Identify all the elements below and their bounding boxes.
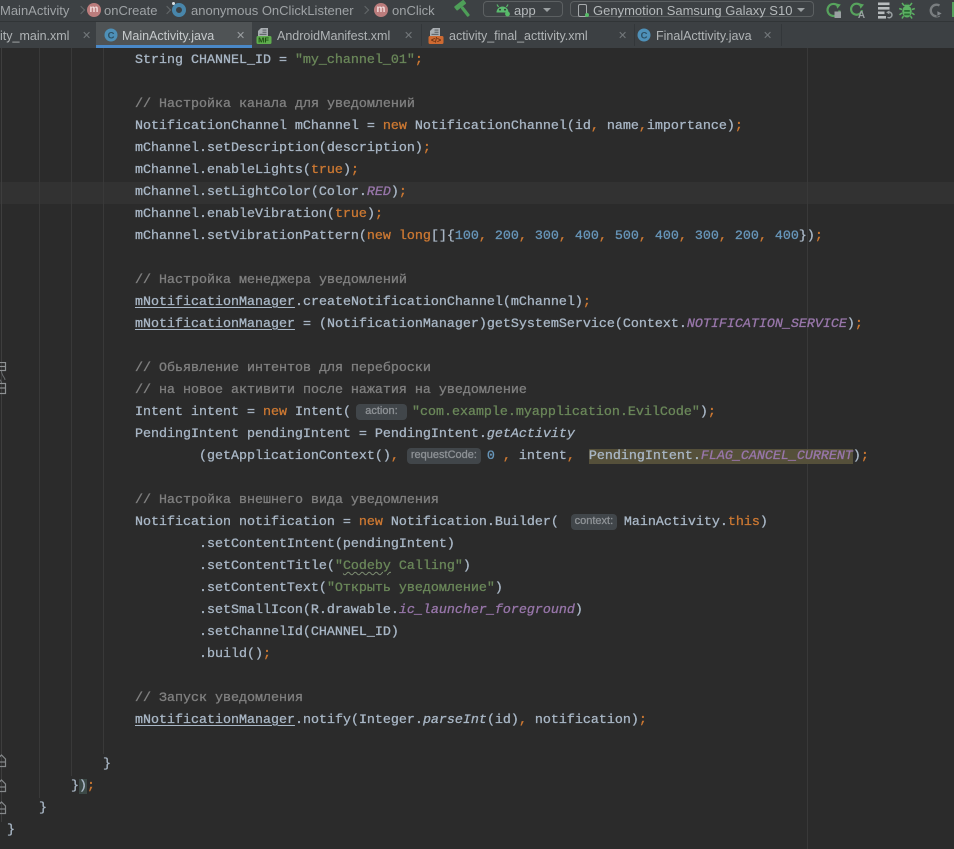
svg-text:C: C — [108, 31, 115, 42]
svg-text:</>: </> — [431, 37, 441, 44]
svg-text:MF: MF — [258, 36, 269, 44]
svg-text:C: C — [641, 31, 648, 42]
svg-text:A: A — [858, 10, 865, 19]
